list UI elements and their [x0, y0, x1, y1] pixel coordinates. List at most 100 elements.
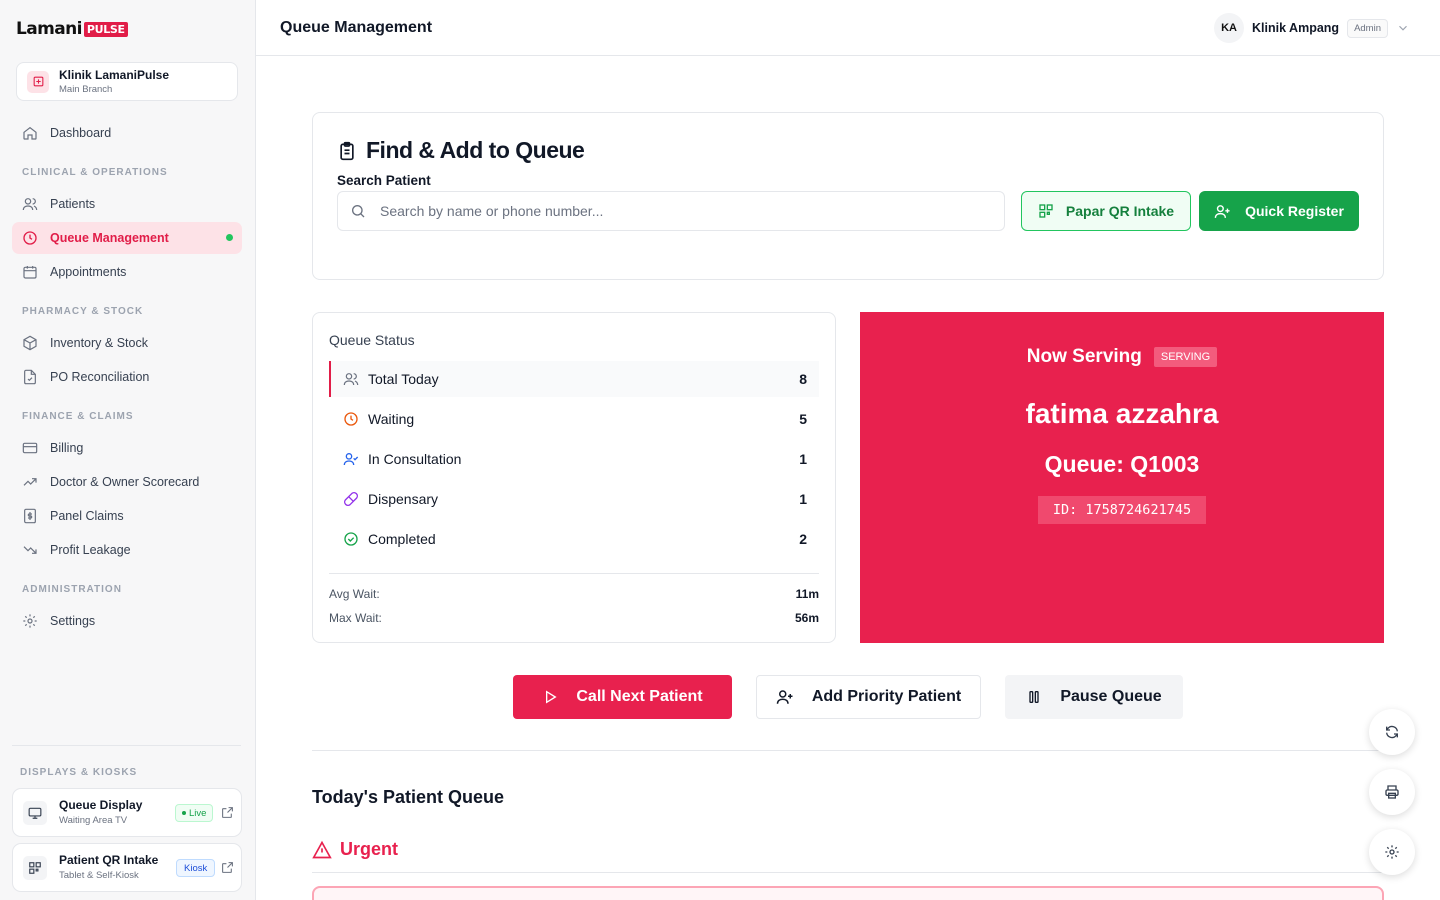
pause-queue-button[interactable]: Pause Queue — [1005, 675, 1183, 719]
qr-intake-button[interactable]: Papar QR Intake — [1021, 191, 1191, 231]
refresh-button[interactable] — [1369, 709, 1415, 755]
find-add-card: Find & Add to Queue Search Patient Papar… — [312, 112, 1384, 280]
external-link-icon[interactable] — [221, 806, 234, 819]
add-priority-label: Add Priority Patient — [811, 688, 962, 705]
queue-status-title: Queue Status — [329, 332, 415, 348]
user-name: Klinik Ampang — [1252, 21, 1340, 35]
clinic-switcher[interactable]: Klinik LamaniPulse Main Branch — [16, 62, 238, 101]
find-add-title: Find & Add to Queue — [337, 137, 585, 164]
sidebar-item-appointments[interactable]: Appointments — [12, 256, 242, 288]
receipt-icon — [24, 508, 36, 524]
print-button[interactable] — [1369, 769, 1415, 815]
call-next-patient-button[interactable]: Call Next Patient — [513, 675, 732, 719]
play-icon — [546, 690, 557, 704]
kiosk-card-qr-intake[interactable]: Patient QR Intake Tablet & Self-Kiosk Ki… — [12, 843, 242, 892]
kiosk-title: Patient QR Intake — [59, 853, 159, 867]
alert-triangle-icon — [312, 840, 332, 858]
avatar: KA — [1214, 13, 1245, 43]
sidebar-item-label: Settings — [50, 614, 96, 628]
status-label: In Consultation — [368, 451, 462, 467]
section-displays: DISPLAYS & KIOSKS — [20, 767, 138, 778]
search-label: Search Patient — [337, 173, 431, 188]
sidebar-item-settings[interactable]: Settings — [12, 605, 242, 637]
status-label: Completed — [368, 531, 436, 547]
sidebar-item-queue-management[interactable]: Queue Management — [12, 222, 242, 254]
sidebar-item-label: Appointments — [50, 265, 127, 279]
file-check-icon — [24, 369, 36, 385]
now-serving-header: Now Serving SERVING — [860, 346, 1384, 368]
kiosk-subtitle: Waiting Area TV — [59, 815, 128, 826]
brand-logo[interactable]: Lamani PULSE — [16, 19, 128, 39]
urgent-group-header: Urgent — [312, 839, 398, 860]
sidebar-item-panel-claims[interactable]: Panel Claims — [12, 500, 242, 532]
search-input[interactable] — [380, 203, 980, 219]
quick-register-button[interactable]: Quick Register — [1199, 191, 1359, 231]
qr-code-icon — [23, 856, 47, 880]
user-plus-icon — [776, 690, 793, 704]
trending-down-icon — [23, 546, 37, 554]
user-check-icon — [343, 453, 359, 466]
status-count: 1 — [799, 451, 807, 467]
kiosk-subtitle: Tablet & Self-Kiosk — [59, 870, 139, 881]
sidebar-item-label: Doctor & Owner Scorecard — [50, 475, 200, 489]
clinic-name: Klinik LamaniPulse — [59, 68, 170, 82]
avg-wait-label: Avg Wait: — [329, 587, 380, 601]
sidebar-item-billing[interactable]: Billing — [12, 432, 242, 464]
package-icon — [23, 335, 37, 351]
clock-icon — [23, 231, 37, 245]
status-row-consultation[interactable]: In Consultation 1 — [329, 441, 819, 477]
max-wait-value: 56m — [794, 611, 819, 625]
sidebar-item-label: Patients — [50, 197, 96, 211]
sidebar-item-profit-leakage[interactable]: Profit Leakage — [12, 534, 242, 566]
urgent-patient-card[interactable] — [312, 886, 1384, 900]
sidebar-item-dashboard[interactable]: Dashboard — [12, 117, 242, 149]
status-label: Dispensary — [368, 491, 439, 507]
quick-register-label: Quick Register — [1245, 203, 1344, 219]
clock-icon — [344, 412, 358, 426]
sidebar-item-label: Inventory & Stock — [50, 336, 148, 350]
sidebar-item-patients[interactable]: Patients — [12, 188, 242, 220]
chevron-down-icon — [1399, 25, 1407, 31]
urgent-divider — [312, 872, 1384, 873]
now-serving-title: Now Serving — [1026, 346, 1142, 367]
status-row-dispensary[interactable]: Dispensary 1 — [329, 481, 819, 517]
clinic-branch: Main Branch — [59, 84, 113, 95]
check-circle-icon — [344, 532, 358, 546]
hospital-icon — [27, 70, 49, 93]
call-next-label: Call Next Patient — [576, 688, 703, 705]
gear-icon — [1385, 845, 1399, 859]
status-row-completed[interactable]: Completed 2 — [329, 521, 819, 557]
status-count: 1 — [799, 491, 807, 507]
status-row-waiting[interactable]: Waiting 5 — [329, 401, 819, 437]
top-bar: Queue Management KA Klinik Ampang Admin — [256, 0, 1440, 56]
kiosk-card-queue-display[interactable]: Queue Display Waiting Area TV Live — [12, 788, 242, 837]
status-count: 5 — [799, 411, 807, 427]
kiosk-title: Queue Display — [59, 798, 143, 812]
users-icon — [343, 373, 359, 386]
status-label: Total Today — [368, 371, 439, 387]
sidebar-item-label: Profit Leakage — [50, 543, 131, 557]
sidebar: Lamani PULSE Klinik LamaniPulse Main Bra… — [0, 0, 256, 900]
settings-button[interactable] — [1369, 829, 1415, 875]
section-pharmacy: PHARMACY & STOCK — [22, 306, 144, 317]
live-dot-icon — [182, 811, 186, 815]
avg-wait-value: 11m — [795, 587, 819, 601]
credit-card-icon — [22, 442, 38, 454]
serving-patient-id: ID: 1758724621745 — [1038, 496, 1206, 524]
find-add-title-text: Find & Add to Queue — [366, 137, 585, 163]
sidebar-item-inventory[interactable]: Inventory & Stock — [12, 327, 242, 359]
serving-queue-number: Queue: Q1003 — [1044, 451, 1200, 477]
sidebar-item-scorecard[interactable]: Doctor & Owner Scorecard — [12, 466, 242, 498]
status-count: 2 — [799, 531, 807, 547]
external-link-icon[interactable] — [221, 861, 234, 874]
avg-wait-row: Avg Wait: 11m — [329, 587, 819, 601]
kiosk-badge: Kiosk — [176, 859, 216, 877]
max-wait-label: Max Wait: — [329, 611, 382, 625]
serving-badge: SERVING — [1153, 347, 1218, 367]
add-priority-patient-button[interactable]: Add Priority Patient — [756, 675, 981, 719]
sidebar-item-po-reconciliation[interactable]: PO Reconciliation — [12, 361, 242, 393]
search-box[interactable] — [337, 191, 1005, 231]
logo-text: Lamani — [16, 19, 82, 39]
user-menu[interactable]: KA Klinik Ampang Admin — [1214, 13, 1410, 43]
status-row-total[interactable]: Total Today 8 — [329, 361, 819, 397]
